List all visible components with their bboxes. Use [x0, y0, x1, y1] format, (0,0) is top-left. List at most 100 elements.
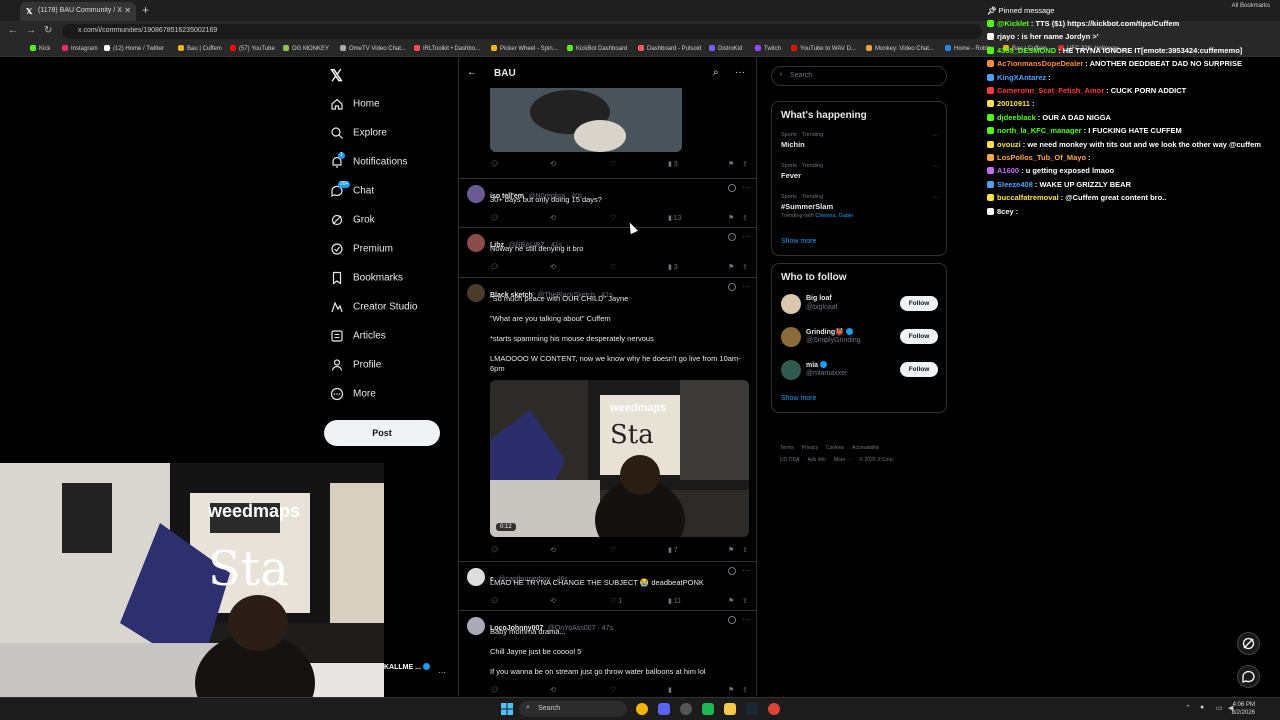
like-icon[interactable]: ♡ [610, 214, 616, 222]
reply-icon[interactable]: 💬︎ [490, 546, 499, 554]
grok-explain-icon[interactable] [728, 616, 736, 624]
nav-item-profile[interactable]: Profile [330, 358, 381, 374]
windows-start-icon[interactable] [501, 703, 513, 715]
nav-item-chat[interactable]: 20+ Chat [330, 181, 374, 200]
bookmark-item[interactable]: Monkey: Video Chat... [866, 45, 934, 52]
share-icon[interactable]: ⇪ [742, 546, 748, 554]
reload-icon[interactable]: ↻ [44, 25, 52, 36]
avatar[interactable] [467, 568, 485, 586]
nav-item-more[interactable]: More [330, 387, 376, 403]
share-icon[interactable]: ⇪ [742, 686, 748, 694]
bookmark-item[interactable]: YouTube to WAV D... [791, 45, 856, 52]
avatar[interactable] [467, 234, 485, 252]
bookmark-item[interactable]: OmeTV Video Chat... [340, 45, 406, 52]
back-arrow-icon[interactable]: ← [467, 67, 477, 78]
trend-related[interactable]: Chelsea, Gable [815, 213, 853, 219]
reply-icon[interactable]: 💬︎ [490, 686, 499, 694]
chrome-alt-taskbar-icon[interactable] [768, 703, 780, 715]
more-options-icon[interactable]: ··· [932, 163, 939, 170]
chat-username[interactable]: rjayo [997, 32, 1015, 41]
share-icon[interactable]: ⇪ [742, 214, 748, 222]
like-icon[interactable]: ♡ [610, 263, 616, 271]
chat-username[interactable]: KingXAntarez [997, 73, 1046, 82]
bookmark-item[interactable]: Picker Wheel - Spin... [491, 45, 558, 52]
footer-link[interactable]: Terms [780, 445, 794, 451]
system-clock[interactable]: 4:06 PM 8/2/2026 [1232, 701, 1255, 717]
tweet[interactable]: LocoJohnny007 @OnYoAss007 · 47s ··· Baby m… [459, 610, 756, 696]
show-more-trends[interactable]: Show more [781, 238, 816, 245]
footer-link[interactable]: Ads info [808, 457, 826, 463]
discord-taskbar-icon[interactable] [658, 703, 670, 715]
bookmark-icon[interactable]: ⚑ [728, 160, 734, 168]
like-icon[interactable]: ♡ [610, 546, 616, 554]
nav-item-articles[interactable]: Articles [330, 329, 386, 345]
more-options-icon[interactable]: ··· [742, 566, 750, 575]
footer-link[interactable]: © 2026 X Corp. [860, 457, 895, 463]
chrome-taskbar-icon[interactable] [636, 703, 648, 715]
like-icon[interactable]: ♡ 1 [610, 597, 622, 605]
x-logo-icon[interactable]: 𝕏 [330, 66, 343, 86]
trend-item[interactable]: Sports · Trending #SummerSlam ··· Trending … [772, 194, 948, 224]
views-icon[interactable]: ▮ 3 [668, 160, 678, 168]
chat-username[interactable]: north_la_KFC_manager [997, 126, 1082, 135]
app-taskbar-icon[interactable] [702, 703, 714, 715]
avatar[interactable] [467, 185, 485, 203]
footer-link[interactable]: Cookies [826, 445, 844, 451]
repost-icon[interactable]: ⟲ [550, 214, 556, 222]
repost-icon[interactable]: ⟲ [550, 160, 556, 168]
more-options-icon[interactable]: ··· [932, 132, 939, 139]
bookmark-item[interactable]: OG MONKEY [283, 45, 329, 52]
top-post-media[interactable] [490, 88, 682, 152]
bookmark-item[interactable]: (12) Home / Twitter [104, 45, 164, 52]
bookmark-item[interactable]: Instagram [62, 45, 98, 52]
more-options-icon[interactable]: ··· [742, 183, 750, 192]
chat-username[interactable]: 20010911 [997, 99, 1030, 108]
chat-username[interactable]: Cameronn_Scat_Fetish_Amor [997, 86, 1104, 95]
grok-explain-icon[interactable] [728, 233, 736, 241]
nav-item-grok[interactable]: Grok [330, 213, 375, 229]
nav-item-bookmarks[interactable]: Bookmarks [330, 271, 403, 287]
microphone-icon[interactable]: ● [1200, 704, 1204, 711]
avatar[interactable] [781, 294, 801, 314]
bookmark-item[interactable]: DistroKid [709, 45, 742, 52]
bookmark-item[interactable]: (57) YouTube [230, 45, 275, 52]
bookmark-icon[interactable]: ⚑ [728, 263, 734, 271]
views-icon[interactable]: ▮ 7 [668, 546, 678, 554]
chat-username[interactable]: ovouzi [997, 140, 1021, 149]
post-button[interactable]: Post [324, 420, 440, 446]
reply-icon[interactable]: 💬︎ [490, 597, 499, 605]
trend-item[interactable]: Sports · Trending Michin ··· [772, 132, 948, 162]
avatar[interactable] [781, 360, 801, 380]
bookmark-item[interactable]: Twitch [755, 45, 781, 52]
repost-icon[interactable]: ⟲ [550, 686, 556, 694]
chat-username[interactable]: 4355_DESMOND [997, 46, 1056, 55]
share-icon[interactable]: ⇪ [742, 160, 748, 168]
chat-username[interactable]: A1600 [997, 166, 1019, 175]
reply-icon[interactable]: 💬︎ [490, 263, 499, 271]
file-explorer-taskbar-icon[interactable] [724, 703, 736, 715]
bookmark-item[interactable]: Kick [30, 45, 50, 52]
search-icon[interactable]: ⌕ [713, 67, 719, 78]
tweet[interactable]: c @captburgerboy · 46s ··· LMAO HE TRYNA C… [459, 561, 756, 610]
bookmark-icon[interactable]: ⚑ [728, 214, 734, 222]
footer-link[interactable]: More ··· [834, 457, 852, 463]
reply-icon[interactable]: 💬︎ [490, 214, 499, 222]
browser-tab[interactable]: 𝕏 (1178) BAU Community / X ✕ [20, 2, 136, 21]
tweet-video[interactable]: weedmaps Sta 0:12 [490, 380, 749, 537]
views-icon[interactable]: ▮ 13 [668, 214, 682, 222]
follow-button[interactable]: Follow [900, 329, 938, 344]
nav-item-explore[interactable]: Explore [330, 126, 387, 142]
footer-link[interactable]: US TIDA [780, 457, 800, 463]
more-options-icon[interactable]: ··· [742, 232, 750, 241]
show-more-follow[interactable]: Show more [781, 395, 816, 402]
tweet[interactable]: Libz @NBALIBZ · 41s ··· Noway he still den… [459, 227, 756, 277]
messages-floating-button[interactable] [1237, 665, 1260, 688]
bookmark-item[interactable]: Dashboard - Pulsoid [638, 45, 701, 52]
follow-button[interactable]: Follow [900, 362, 938, 377]
taskbar-search[interactable]: ⌕ Search [519, 701, 627, 717]
avatar[interactable] [467, 617, 485, 635]
more-options-icon[interactable]: ··· [742, 282, 750, 291]
share-icon[interactable]: ⇪ [742, 597, 748, 605]
tweet[interactable]: Black sketch @TheBlackSketch · 41s ··· "So… [459, 277, 756, 561]
more-options-icon[interactable]: ··· [735, 67, 745, 78]
